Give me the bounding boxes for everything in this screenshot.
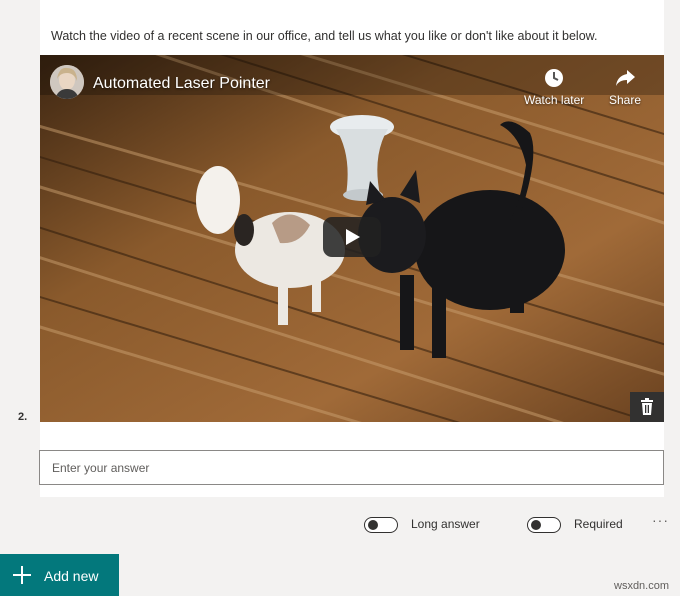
required-toggle-knob: [531, 520, 541, 530]
required-label: Required: [574, 517, 623, 531]
add-new-button[interactable]: Add new: [0, 554, 119, 596]
long-answer-toggle[interactable]: [364, 517, 398, 533]
watch-later-label: Watch later: [524, 93, 585, 107]
share-arrow-icon: [616, 70, 636, 86]
channel-avatar[interactable]: [50, 65, 84, 99]
play-icon: [346, 229, 360, 245]
delete-button[interactable]: [630, 392, 664, 422]
play-button[interactable]: [323, 217, 381, 257]
trash-icon: [641, 398, 653, 415]
add-new-label: Add new: [44, 568, 99, 584]
watermark: wsxdn.com: [614, 580, 670, 592]
clock-icon: [545, 69, 564, 87]
question-number: 2.: [18, 411, 28, 423]
question-card: Watch the video of a recent scene in our…: [0, 0, 680, 497]
share-button[interactable]: Share: [609, 67, 641, 107]
answer-input[interactable]: [39, 450, 664, 485]
long-answer-toggle-knob: [368, 520, 378, 530]
more-options-button[interactable]: ···: [652, 512, 669, 528]
video-player[interactable]: Automated Laser Pointer Watch later Shar…: [40, 55, 664, 422]
watch-later-button[interactable]: Watch later: [524, 67, 584, 107]
plus-icon: [13, 566, 31, 584]
long-answer-label: Long answer: [411, 517, 480, 531]
video-title[interactable]: Automated Laser Pointer: [93, 75, 270, 93]
question-prompt: Watch the video of a recent scene in our…: [51, 29, 598, 43]
share-label: Share: [609, 93, 642, 107]
required-toggle[interactable]: [527, 517, 561, 533]
card-right-gutter: [664, 0, 680, 497]
avatar-image: [50, 65, 84, 99]
